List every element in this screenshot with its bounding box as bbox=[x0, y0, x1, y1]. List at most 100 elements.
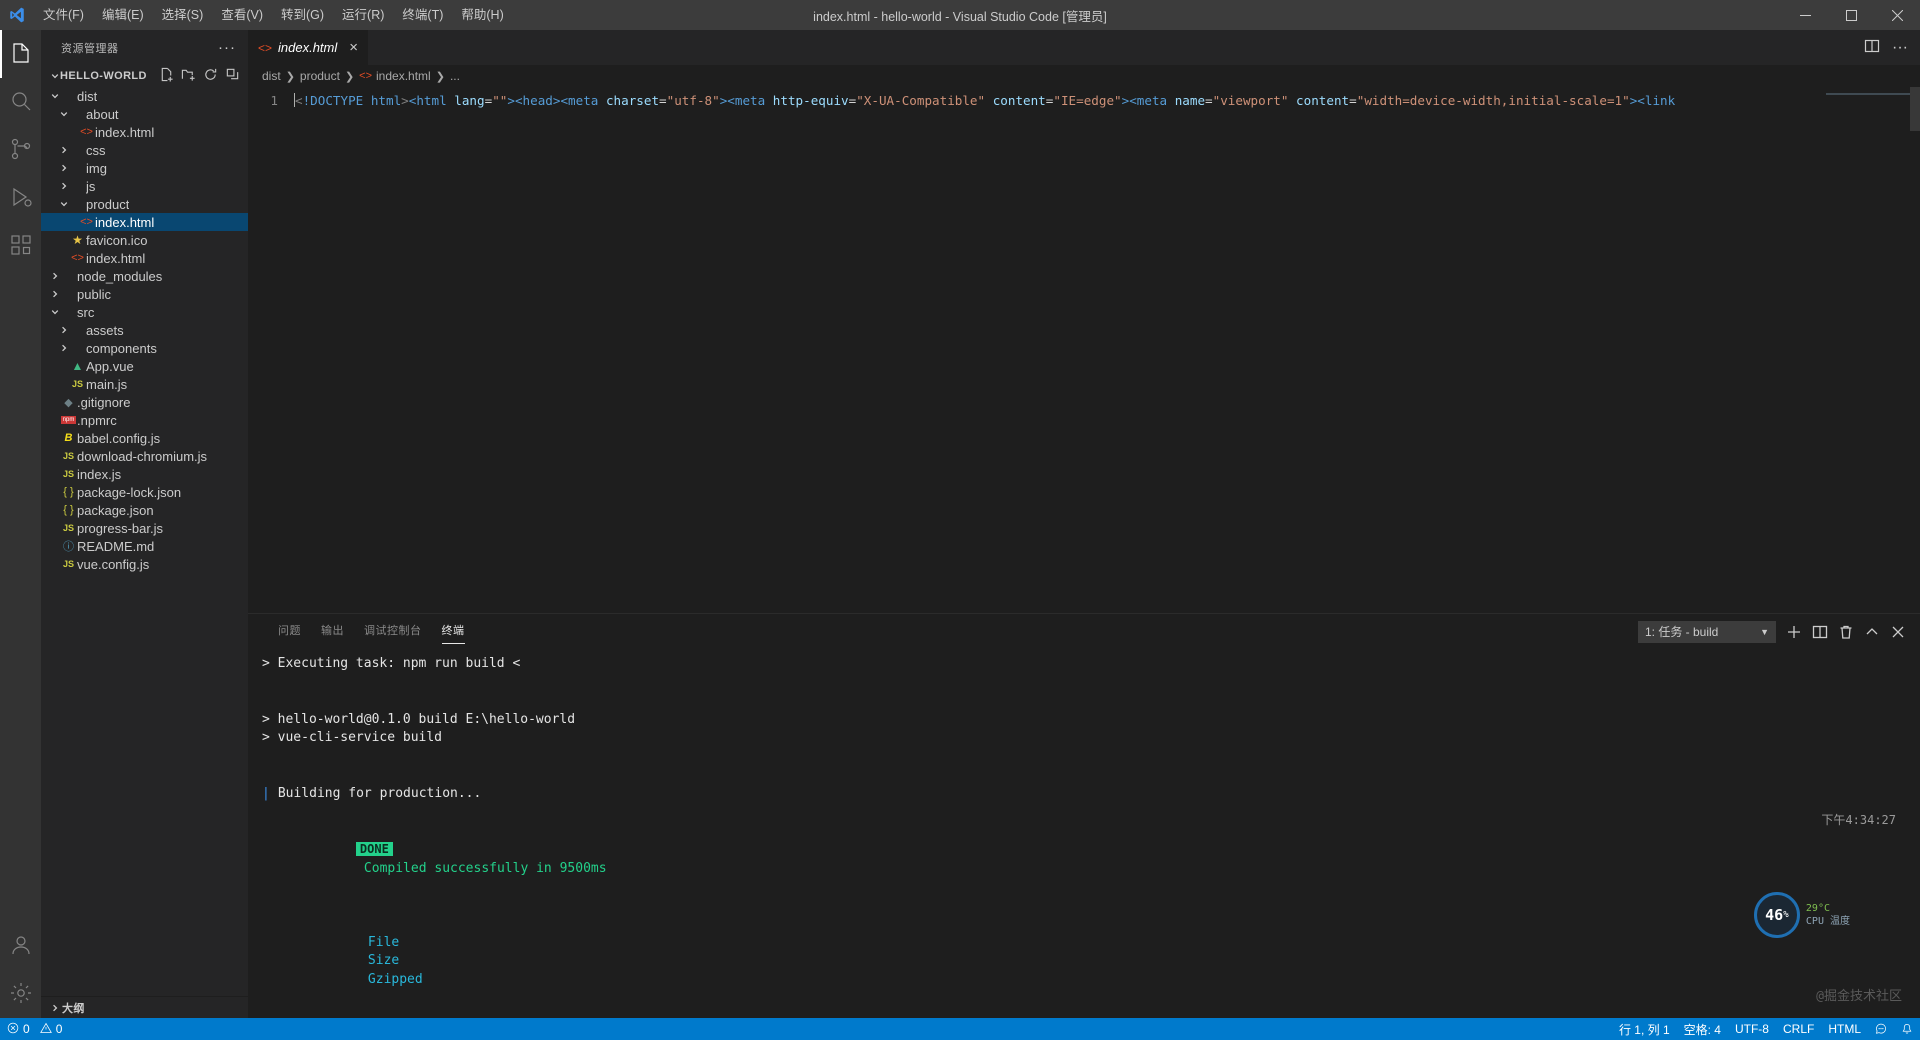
status-cursor-position[interactable]: 行 1, 列 1 bbox=[1612, 1018, 1677, 1040]
code-token: "viewport" bbox=[1212, 93, 1289, 108]
tree-file-.gitignore[interactable]: ◆ .gitignore bbox=[41, 393, 248, 411]
status-problems[interactable]: 0 0 bbox=[0, 1018, 69, 1040]
split-editor-icon[interactable] bbox=[1864, 38, 1880, 57]
tree-folder-components[interactable]: components bbox=[41, 339, 248, 357]
status-encoding[interactable]: UTF-8 bbox=[1728, 1018, 1776, 1040]
activity-search[interactable] bbox=[0, 78, 41, 126]
tree-file-README.md[interactable]: ⓘ README.md bbox=[41, 537, 248, 555]
more-actions-icon[interactable]: ··· bbox=[1892, 39, 1908, 55]
tree-folder-dist[interactable]: dist bbox=[41, 87, 248, 105]
activity-source-control[interactable] bbox=[0, 126, 41, 174]
editor-content[interactable]: 1 <!DOCTYPE html><html lang = ""><head><me… bbox=[248, 87, 1920, 613]
tree-file-package-lock.json[interactable]: { } package-lock.json bbox=[41, 483, 248, 501]
status-notifications-icon[interactable] bbox=[1894, 1018, 1920, 1040]
tab-index-html[interactable]: <> index.html × bbox=[248, 30, 370, 65]
menu-view[interactable]: 查看(V) bbox=[212, 0, 272, 30]
breadcrumb-symbol[interactable]: ... bbox=[450, 69, 460, 83]
minimap[interactable] bbox=[1820, 87, 1920, 613]
maximize-panel-icon[interactable] bbox=[1864, 624, 1880, 640]
activity-run-debug[interactable] bbox=[0, 174, 41, 222]
tree-indent-guide bbox=[49, 429, 60, 447]
tree-file-babel.config.js[interactable]: Bbabel.config.js bbox=[41, 429, 248, 447]
breadcrumb-dist[interactable]: dist bbox=[262, 69, 281, 83]
tree-folder-node_modules[interactable]: node_modules bbox=[41, 267, 248, 285]
tree-folder-product[interactable]: product bbox=[41, 195, 248, 213]
tree-file-package.json[interactable]: { } package.json bbox=[41, 501, 248, 519]
html-icon: <> bbox=[71, 252, 84, 264]
tab-terminal[interactable]: 终端 bbox=[432, 614, 475, 649]
tree-file-index.html[interactable]: <> index.html bbox=[41, 123, 248, 141]
breadcrumb-product[interactable]: product bbox=[300, 69, 340, 83]
close-panel-icon[interactable] bbox=[1890, 624, 1906, 640]
code-line[interactable]: <!DOCTYPE html><html lang = ""><head><meta… bbox=[294, 92, 1683, 109]
tree-file-main.js[interactable]: JS main.js bbox=[41, 375, 248, 393]
new-file-icon[interactable] bbox=[159, 67, 174, 85]
tree-item-label: README.md bbox=[77, 538, 155, 554]
menu-terminal[interactable]: 终端(T) bbox=[393, 0, 452, 30]
error-count: 0 bbox=[23, 1022, 30, 1036]
code-token: < bbox=[295, 93, 303, 108]
status-feedback-icon[interactable] bbox=[1868, 1018, 1894, 1040]
menu-selection[interactable]: 选择(S) bbox=[153, 0, 213, 30]
tab-output[interactable]: 输出 bbox=[311, 614, 354, 649]
kill-terminal-icon[interactable] bbox=[1838, 624, 1854, 640]
activity-explorer[interactable] bbox=[0, 30, 41, 78]
tree-indent-guide bbox=[49, 501, 60, 519]
terminal-selector[interactable]: 1: 任务 - build ▼ bbox=[1638, 620, 1776, 643]
status-indentation[interactable]: 空格: 4 bbox=[1677, 1018, 1728, 1040]
tree-file-favicon.ico[interactable]: ★ favicon.ico bbox=[41, 231, 248, 249]
watermark: @掘金技术社区 bbox=[1816, 988, 1902, 1004]
activity-settings[interactable] bbox=[0, 970, 41, 1018]
code-token: content bbox=[1288, 93, 1350, 108]
close-icon[interactable]: × bbox=[349, 40, 358, 55]
close-icon[interactable] bbox=[1874, 0, 1920, 30]
menu-file[interactable]: 文件(F) bbox=[34, 0, 93, 30]
new-folder-icon[interactable] bbox=[181, 67, 196, 85]
tree-file-progress-bar.js[interactable]: JS progress-bar.js bbox=[41, 519, 248, 537]
tree-item-label: package.json bbox=[77, 502, 154, 518]
tree-file-download-chromium.js[interactable]: JS download-chromium.js bbox=[41, 447, 248, 465]
minimize-icon[interactable] bbox=[1782, 0, 1828, 30]
tree-file-.npmrc[interactable]: npm .npmrc bbox=[41, 411, 248, 429]
activity-accounts[interactable] bbox=[0, 922, 41, 970]
split-terminal-icon[interactable] bbox=[1812, 624, 1828, 640]
collapse-all-icon[interactable] bbox=[225, 67, 240, 85]
html-icon: <> bbox=[359, 70, 373, 82]
tab-problems[interactable]: 问题 bbox=[268, 614, 311, 649]
menu-run[interactable]: 运行(R) bbox=[333, 0, 393, 30]
chevron-down-icon: ▼ bbox=[1760, 626, 1769, 637]
editor-scrollbar[interactable] bbox=[1910, 87, 1920, 131]
tree-folder-css[interactable]: css bbox=[41, 141, 248, 159]
tree-file-index.html[interactable]: <> index.html bbox=[41, 213, 248, 231]
status-language-mode[interactable]: HTML bbox=[1821, 1018, 1868, 1040]
terminal-output[interactable]: > Executing task: npm run build < > hell… bbox=[248, 649, 1920, 1018]
tree-folder-public[interactable]: public bbox=[41, 285, 248, 303]
cpu-usage-ring: 46% bbox=[1753, 892, 1800, 938]
activity-extensions[interactable] bbox=[0, 222, 41, 270]
tree-root-row[interactable]: HELLO-WORLD bbox=[41, 65, 248, 87]
tab-debug-console[interactable]: 调试控制台 bbox=[354, 614, 432, 649]
sidebar-outline-section[interactable]: 大纲 bbox=[41, 996, 248, 1018]
tree-file-index.js[interactable]: JS index.js bbox=[41, 465, 248, 483]
menu-go[interactable]: 转到(G) bbox=[272, 0, 333, 30]
tree-file-index.html[interactable]: <> index.html bbox=[41, 249, 248, 267]
tree-folder-about[interactable]: about bbox=[41, 105, 248, 123]
maximize-icon[interactable] bbox=[1828, 0, 1874, 30]
menu-help[interactable]: 帮助(H) bbox=[452, 0, 512, 30]
chevron-right-icon bbox=[49, 999, 60, 1017]
status-eol[interactable]: CRLF bbox=[1776, 1018, 1821, 1040]
add-terminal-icon[interactable] bbox=[1786, 624, 1802, 640]
sidebar-more-icon[interactable]: ··· bbox=[218, 39, 240, 56]
code-token: ><link bbox=[1629, 93, 1683, 108]
tree-file-App.vue[interactable]: ▲ App.vue bbox=[41, 357, 248, 375]
menu-edit[interactable]: 编辑(E) bbox=[93, 0, 153, 30]
tree-folder-img[interactable]: img bbox=[41, 159, 248, 177]
outline-label: 大纲 bbox=[62, 1002, 85, 1015]
breadcrumb-file[interactable]: <> index.html bbox=[359, 69, 431, 83]
refresh-icon[interactable] bbox=[203, 67, 218, 85]
tree-folder-js[interactable]: js bbox=[41, 177, 248, 195]
tree-folder-src[interactable]: src bbox=[41, 303, 248, 321]
tree-file-vue.config.js[interactable]: JS vue.config.js bbox=[41, 555, 248, 573]
tree-folder-assets[interactable]: assets bbox=[41, 321, 248, 339]
cpu-temp-info: 29°C CPU 温度 bbox=[1806, 902, 1850, 928]
